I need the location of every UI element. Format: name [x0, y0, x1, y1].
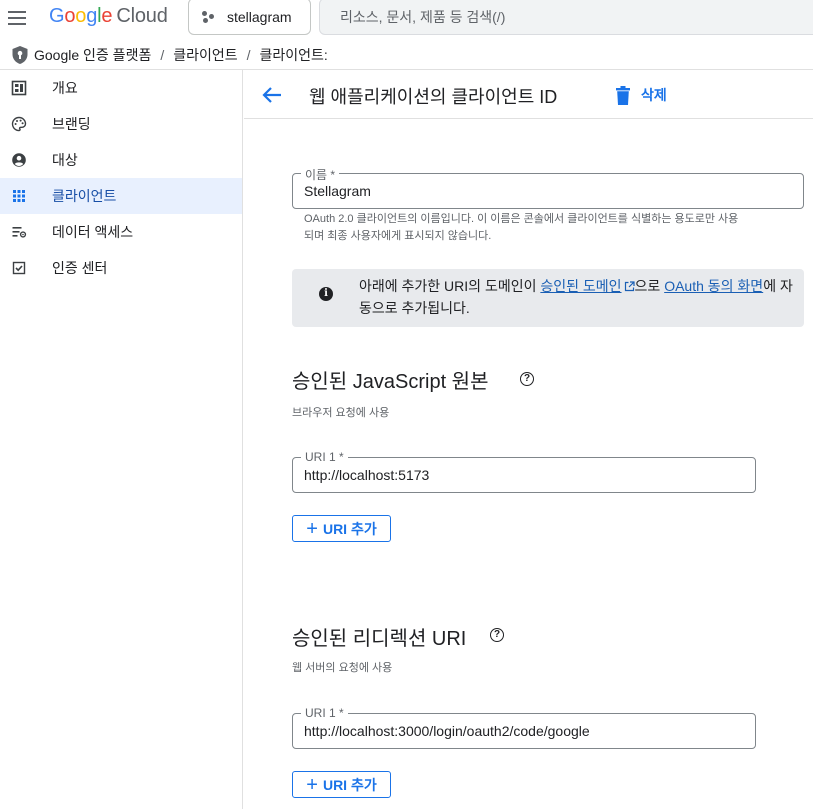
info-text-part: 아래에 추가한 URI의 도메인이: [359, 278, 541, 294]
sidebar-item-branding[interactable]: 브랜딩: [0, 106, 242, 142]
help-icon[interactable]: ?: [520, 372, 534, 386]
checkbox-icon: [12, 261, 26, 275]
sidebar-item-label: 브랜딩: [52, 116, 91, 132]
info-icon: i: [319, 287, 333, 301]
info-banner: i 아래에 추가한 URI의 도메인이 승인된 도메인 으로 OAuth 동의 화…: [292, 269, 804, 327]
data-access-icon: [12, 227, 27, 238]
js-origins-title: 승인된 JavaScript 원본: [292, 371, 489, 393]
breadcrumb-item-auth-platform[interactable]: Google 인증 플랫폼: [34, 45, 151, 65]
breadcrumb-separator: /: [160, 46, 165, 63]
search-placeholder: 리소스, 문서, 제품 등 검색(/): [340, 8, 506, 25]
project-nodes-icon: [201, 9, 217, 25]
project-name: stellagram: [227, 8, 292, 25]
js-origins-subtitle: 브라우저 요청에 사용: [292, 407, 390, 419]
logo-cloud-text: Cloud: [116, 5, 168, 27]
main-content: 웹 애플리케이션의 클라이언트 ID 삭제 이름 * OAuth 2.0 클라이…: [244, 70, 813, 809]
breadcrumb-item-clients[interactable]: 클라이언트: [173, 45, 237, 65]
sidebar-item-label: 데이터 액세스: [52, 224, 134, 240]
back-arrow-icon[interactable]: [261, 84, 283, 106]
trash-icon: [616, 85, 630, 105]
redirect-uri-field[interactable]: URI 1 *: [292, 706, 756, 749]
sidebar-item-label: 인증 센터: [52, 260, 108, 276]
page-header: 웹 애플리케이션의 클라이언트 ID 삭제: [244, 70, 813, 119]
external-link-icon: [624, 281, 635, 292]
sidebar-item-verification-center[interactable]: 인증 센터: [0, 250, 242, 286]
redirect-uris-title: 승인된 리디렉션 URI: [292, 628, 467, 650]
info-text-part: 으로: [634, 278, 665, 294]
delete-button[interactable]: 삭제: [615, 82, 667, 108]
apps-grid-icon: [13, 190, 25, 202]
helper-line: OAuth 2.0 클라이언트의 이름입니다. 이 이름은 콘솔에서 클라이언트…: [304, 213, 739, 225]
menu-icon[interactable]: [6, 6, 30, 30]
sidebar-item-label: 대상: [52, 152, 78, 168]
account-circle-icon: [12, 153, 26, 167]
sidebar-item-audience[interactable]: 대상: [0, 142, 242, 178]
sidebar-item-clients[interactable]: 클라이언트: [0, 178, 242, 214]
helper-line: 되며 최종 사용자에게 표시되지 않습니다.: [304, 230, 492, 242]
plus-icon: +: [306, 773, 318, 796]
dashboard-icon: [11, 80, 27, 96]
name-helper-text: OAuth 2.0 클라이언트의 이름입니다. 이 이름은 콘솔에서 클라이언트…: [304, 211, 804, 245]
sidebar-item-label: 클라이언트: [52, 188, 117, 204]
sidebar-item-overview[interactable]: 개요: [0, 70, 242, 106]
name-input[interactable]: [304, 174, 792, 208]
help-icon[interactable]: ?: [490, 628, 504, 642]
project-picker-button[interactable]: stellagram: [188, 0, 311, 35]
page-title: 웹 애플리케이션의 클라이언트 ID: [309, 87, 558, 107]
redirect-uri-input[interactable]: [304, 714, 744, 748]
redirect-uris-subtitle: 웹 서버의 요청에 사용: [292, 662, 393, 674]
breadcrumb-item-current-client: 클라이언트:: [259, 46, 328, 63]
palette-icon: [11, 116, 27, 132]
js-origin-uri-field[interactable]: URI 1 *: [292, 450, 756, 493]
search-input[interactable]: 리소스, 문서, 제품 등 검색(/): [319, 0, 813, 35]
plus-icon: +: [306, 517, 318, 540]
sidebar: 개요 브랜딩 대상 클라이언트 데이터 액세스 인증 센터: [0, 70, 243, 809]
shield-icon: [10, 44, 30, 66]
name-field[interactable]: 이름 *: [292, 166, 804, 209]
oauth-consent-screen-link[interactable]: OAuth 동의 화면: [664, 278, 763, 294]
delete-label: 삭제: [641, 87, 667, 103]
breadcrumb: Google 인증 플랫폼 / 클라이언트 / 클라이언트:: [0, 40, 813, 70]
add-redirect-uri-button[interactable]: + URI 추가: [292, 771, 391, 798]
sidebar-item-label: 개요: [52, 80, 78, 96]
authorized-domains-link[interactable]: 승인된 도메인: [540, 278, 635, 294]
breadcrumb-separator: /: [246, 46, 251, 63]
add-uri-label: URI 추가: [322, 520, 377, 537]
info-text: 아래에 추가한 URI의 도메인이 승인된 도메인 으로 OAuth 동의 화면에…: [359, 275, 799, 319]
sidebar-item-data-access[interactable]: 데이터 액세스: [0, 214, 242, 250]
js-origin-uri-input[interactable]: [304, 458, 744, 492]
add-uri-label: URI 추가: [322, 776, 377, 793]
add-js-origin-uri-button[interactable]: + URI 추가: [292, 515, 391, 542]
google-cloud-logo[interactable]: Google Cloud: [49, 5, 168, 28]
top-bar: Google Cloud stellagram 리소스, 문서, 제품 등 검색(…: [0, 0, 813, 36]
